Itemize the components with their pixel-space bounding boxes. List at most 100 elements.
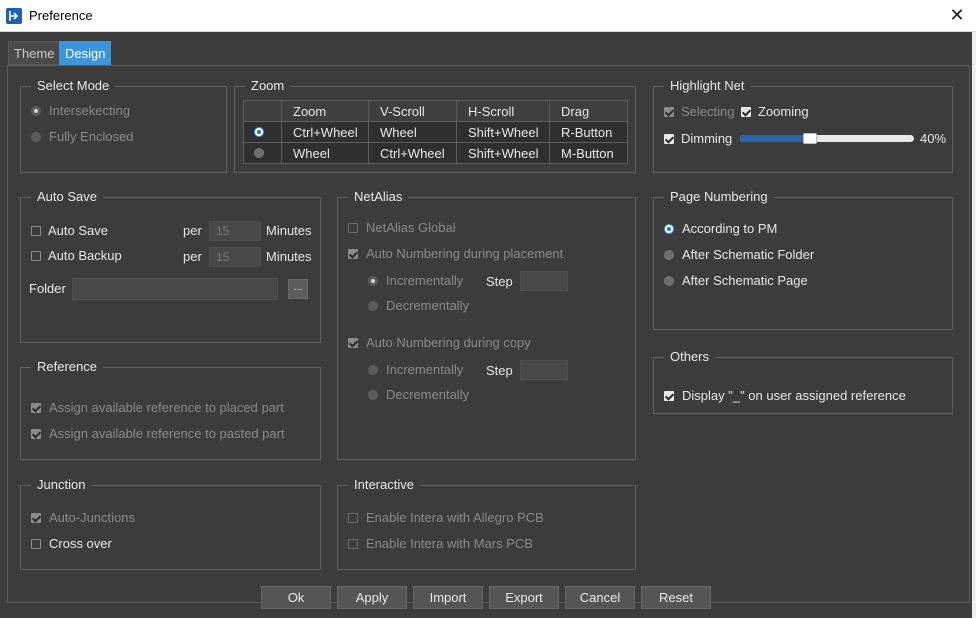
- netalias-global-checkbox[interactable]: NetAlias Global: [348, 219, 548, 237]
- radio-indicator: [254, 127, 264, 137]
- zoom-group: Zoom Zoom V-Scroll H-Scroll Drag Ctrl+Wh…: [234, 78, 636, 173]
- app-logo-icon: [6, 8, 22, 24]
- assign-reference-placed-checkbox[interactable]: Assign available reference to placed par…: [31, 399, 311, 417]
- dimming-slider-fill: [740, 135, 810, 142]
- enable-intera-mars-checkbox[interactable]: Enable Intera with Mars PCB: [348, 535, 608, 553]
- auto-backup-per-label: per: [183, 249, 202, 264]
- checkbox-indicator: [31, 429, 41, 439]
- auto-save-per-label: per: [183, 223, 202, 238]
- checkbox-indicator: [31, 539, 41, 549]
- selecting-checkbox[interactable]: Selecting: [664, 103, 744, 121]
- close-button[interactable]: ✕: [946, 4, 968, 26]
- folder-browse-button[interactable]: ...: [288, 279, 308, 299]
- checkbox-indicator: [348, 223, 358, 233]
- radio-indicator: [664, 276, 674, 286]
- title-bar: Preference ✕: [0, 0, 976, 32]
- checkbox-indicator: [348, 338, 358, 348]
- zoom-table-header: Zoom V-Scroll H-Scroll Drag: [243, 100, 628, 122]
- folder-label: Folder: [29, 281, 66, 296]
- placement-decrementally-radio[interactable]: Decrementally: [368, 297, 488, 315]
- checkbox-indicator: [31, 513, 41, 523]
- radio-indicator: [368, 276, 378, 286]
- checkbox-indicator: [348, 513, 358, 523]
- folder-input[interactable]: [72, 278, 278, 300]
- cancel-button[interactable]: Cancel: [565, 586, 635, 609]
- interactive-group: Interactive Enable Intera with Allegro P…: [337, 477, 636, 570]
- page-numbering-according-to-pm-radio[interactable]: According to PM: [664, 220, 864, 238]
- zoom-title: Zoom: [245, 78, 291, 94]
- page-numbering-group: Page Numbering According to PM After Sch…: [653, 189, 953, 330]
- radio-indicator: [254, 148, 264, 158]
- ok-button[interactable]: Ok: [261, 586, 331, 609]
- zoom-table-row[interactable]: Ctrl+Wheel Wheel Shift+Wheel R-Button: [243, 121, 628, 143]
- others-group: Others Display "_" on user assigned refe…: [653, 349, 953, 414]
- page-numbering-after-folder-radio[interactable]: After Schematic Folder: [664, 246, 864, 264]
- zoom-table: Zoom V-Scroll H-Scroll Drag Ctrl+Wheel W…: [243, 100, 628, 164]
- reference-title: Reference: [31, 359, 103, 375]
- dimming-slider[interactable]: [740, 133, 914, 144]
- enable-intera-allegro-checkbox[interactable]: Enable Intera with Allegro PCB: [348, 509, 608, 527]
- dimming-slider-thumb[interactable]: [802, 133, 817, 144]
- auto-save-checkbox[interactable]: Auto Save: [31, 222, 171, 240]
- page-numbering-title: Page Numbering: [664, 189, 774, 205]
- others-title: Others: [664, 349, 716, 365]
- auto-backup-checkbox[interactable]: Auto Backup: [31, 247, 171, 265]
- zoom-cell: R-Button: [549, 121, 628, 143]
- auto-junctions-checkbox[interactable]: Auto-Junctions: [31, 509, 211, 527]
- select-mode-fully-enclosed-radio[interactable]: Fully Enclosed: [31, 128, 221, 146]
- select-mode-intersecting-radio[interactable]: Intersekecting: [31, 102, 221, 120]
- checkbox-indicator: [664, 134, 674, 144]
- zoom-row-radio[interactable]: [243, 121, 282, 143]
- copy-decrementally-radio[interactable]: Decrementally: [368, 386, 488, 404]
- netalias-title: NetAlias: [348, 189, 409, 205]
- radio-indicator: [31, 106, 41, 116]
- radio-indicator: [664, 224, 674, 234]
- zooming-checkbox[interactable]: Zooming: [741, 103, 831, 121]
- tab-theme[interactable]: Theme: [8, 41, 61, 65]
- auto-numbering-copy-checkbox[interactable]: Auto Numbering during copy: [348, 334, 608, 352]
- zoom-row-radio[interactable]: [243, 142, 282, 164]
- radio-indicator: [664, 250, 674, 260]
- select-mode-group: Select Mode Intersekecting Fully Enclose…: [20, 78, 227, 173]
- copy-incrementally-radio[interactable]: Incrementally: [368, 361, 478, 379]
- radio-indicator: [368, 365, 378, 375]
- checkbox-indicator: [348, 539, 358, 549]
- placement-incrementally-radio[interactable]: Incrementally: [368, 272, 478, 290]
- assign-reference-pasted-checkbox[interactable]: Assign available reference to pasted par…: [31, 425, 311, 443]
- zoom-header-zoom: Zoom: [281, 100, 369, 122]
- placement-step-input[interactable]: [520, 271, 568, 291]
- dimming-value: 40%: [920, 131, 947, 146]
- copy-step-label: Step: [486, 363, 513, 378]
- export-button[interactable]: Export: [489, 586, 559, 609]
- page-numbering-after-page-radio[interactable]: After Schematic Page: [664, 272, 864, 290]
- apply-button[interactable]: Apply: [337, 586, 407, 609]
- tab-design-option[interactable]: Design Option: [59, 41, 112, 84]
- auto-save-minutes-input[interactable]: 15: [209, 221, 261, 241]
- checkbox-indicator: [664, 107, 674, 117]
- auto-numbering-placement-checkbox[interactable]: Auto Numbering during placement: [348, 245, 608, 263]
- auto-save-title: Auto Save: [31, 189, 103, 205]
- junction-title: Junction: [31, 477, 92, 493]
- copy-step-input[interactable]: [520, 360, 568, 380]
- design-option-panel: Select Mode Intersekecting Fully Enclose…: [7, 65, 970, 603]
- placement-step-label: Step: [486, 274, 513, 289]
- reset-button[interactable]: Reset: [641, 586, 711, 609]
- checkbox-indicator: [31, 403, 41, 413]
- zoom-cell: M-Button: [549, 142, 628, 164]
- interactive-title: Interactive: [348, 477, 420, 493]
- cross-over-checkbox[interactable]: Cross over: [31, 535, 211, 553]
- checkbox-indicator: [31, 251, 41, 261]
- zoom-table-row[interactable]: Wheel Ctrl+Wheel Shift+Wheel M-Button: [243, 142, 628, 164]
- zoom-header-hscroll: H-Scroll: [456, 100, 550, 122]
- auto-backup-minutes-input[interactable]: 15: [209, 247, 261, 267]
- zoom-header-vscroll: V-Scroll: [368, 100, 457, 122]
- highlight-net-title: Highlight Net: [664, 78, 751, 94]
- checkbox-indicator: [741, 107, 751, 117]
- dimming-checkbox[interactable]: Dimming: [664, 130, 734, 148]
- checkbox-indicator: [664, 391, 674, 401]
- auto-backup-unit-label: Minutes: [266, 249, 312, 264]
- import-button[interactable]: Import: [413, 586, 483, 609]
- display-underscore-checkbox[interactable]: Display "_" on user assigned reference: [664, 387, 944, 405]
- window-title: Preference: [29, 8, 93, 23]
- zoom-cell: Shift+Wheel: [456, 121, 550, 143]
